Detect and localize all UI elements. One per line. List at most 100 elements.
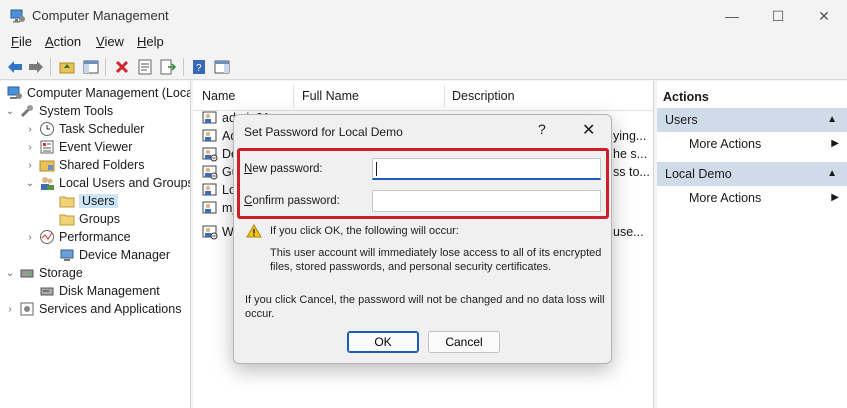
menu-action-accel: A (45, 34, 54, 49)
tree-item-groups[interactable]: Groups (44, 210, 120, 228)
actions-section-users[interactable]: Users ▲ (657, 108, 847, 132)
tree-label: Local Users and Groups (59, 176, 191, 190)
submenu-arrow-icon: ▶ (831, 192, 839, 203)
tree-label: Event Viewer (59, 140, 133, 154)
list-header: Name Full Name Description (193, 81, 653, 111)
more-actions-users[interactable]: More Actions ▶ (689, 134, 839, 154)
tree-item-disk-management[interactable]: Disk Management (24, 282, 160, 300)
actions-pane: Actions Users ▲ More Actions ▶ Local Dem… (657, 81, 847, 408)
title-bar: Computer Management — ☐ ✕ (0, 0, 847, 32)
column-divider (293, 85, 294, 107)
maximize-button[interactable]: ☐ (755, 0, 801, 32)
help-button[interactable]: ? (190, 58, 208, 76)
menu-help[interactable]: Help (137, 32, 164, 49)
chevron-down-icon[interactable]: ⌄ (4, 268, 16, 279)
new-password-label: New password: (244, 163, 323, 175)
properties-button[interactable] (136, 58, 154, 76)
tree-item-root[interactable]: Computer Management (Local (4, 84, 190, 102)
export-list-button[interactable] (159, 58, 177, 76)
menu-action-label: ction (53, 34, 82, 49)
chevron-right-icon[interactable]: › (4, 304, 16, 315)
minimize-icon: — (725, 8, 739, 24)
chevron-right-icon[interactable]: › (24, 232, 36, 243)
event-viewer-icon (39, 139, 55, 155)
tree-item-shared-folders[interactable]: › Shared Folders (24, 156, 144, 174)
tree-label: Disk Management (59, 284, 160, 298)
back-arrow-icon (8, 61, 22, 73)
forward-button[interactable] (27, 58, 45, 76)
users-group-icon (39, 175, 55, 191)
menu-view-label: iew (104, 34, 124, 49)
user-disabled-icon (202, 224, 218, 240)
storage-icon (19, 265, 35, 281)
minimize-button[interactable]: — (709, 0, 755, 32)
help-book-icon: ? (193, 60, 205, 74)
system-tools-icon (19, 103, 35, 119)
device-manager-icon (59, 247, 75, 263)
tree-label: System Tools (39, 104, 114, 118)
confirm-password-input[interactable] (372, 190, 601, 212)
tree-item-storage[interactable]: ⌄ Storage (4, 264, 83, 282)
actions-title: Actions (663, 90, 709, 104)
show-hide-tree-button[interactable] (82, 58, 100, 76)
toolbar-separator (105, 58, 106, 76)
new-password-input[interactable] (372, 158, 601, 180)
back-button[interactable] (6, 58, 24, 76)
tree-label: Task Scheduler (59, 122, 145, 136)
user-icon (202, 182, 218, 198)
collapse-triangle-icon: ▲ (827, 114, 837, 125)
computer-management-icon (7, 85, 23, 101)
more-actions-local-demo[interactable]: More Actions ▶ (689, 188, 839, 208)
menu-action[interactable]: Action (45, 32, 81, 49)
more-actions-label: More Actions (689, 191, 762, 205)
chevron-down-icon[interactable]: ⌄ (4, 106, 16, 117)
help-icon[interactable]: ? (538, 121, 546, 137)
user-icon (202, 110, 218, 126)
column-header-description[interactable]: Description (452, 89, 515, 103)
list-item-description: use... (613, 225, 644, 239)
tree-label: Storage (39, 266, 83, 280)
toolbar: ? (0, 54, 847, 80)
tree-label: Users (79, 194, 118, 208)
ok-button[interactable]: OK (347, 331, 419, 353)
warning-icon (246, 224, 262, 238)
close-icon: ✕ (818, 7, 830, 24)
tree-item-device-manager[interactable]: Device Manager (44, 246, 170, 264)
chevron-right-icon[interactable]: › (24, 142, 36, 153)
action-pane-icon (214, 60, 230, 74)
chevron-right-icon[interactable]: › (24, 160, 36, 171)
chevron-right-icon[interactable]: › (24, 124, 36, 135)
svg-text:?: ? (196, 63, 202, 74)
tree-label: Performance (59, 230, 131, 244)
console-tree: Computer Management (Local ⌄ System Tool… (0, 81, 191, 408)
tree-item-task-scheduler[interactable]: › Task Scheduler (24, 120, 144, 138)
tree-item-event-viewer[interactable]: › Event Viewer (24, 138, 132, 156)
up-folder-button[interactable] (58, 58, 76, 76)
clock-icon (39, 121, 55, 137)
submenu-arrow-icon: ▶ (831, 138, 839, 149)
cancel-button[interactable]: Cancel (428, 331, 500, 353)
export-list-icon (160, 59, 176, 75)
tree-item-local-users-groups[interactable]: ⌄ Local Users and Groups (24, 174, 191, 192)
list-item[interactable]: Ad (199, 127, 237, 145)
menu-view[interactable]: View (96, 32, 124, 49)
tree-item-users[interactable]: Users (44, 192, 118, 210)
tree-item-performance[interactable]: › Performance (24, 228, 131, 246)
actions-section-local-demo[interactable]: Local Demo ▲ (657, 162, 847, 186)
computer-management-window: Computer Management — ☐ ✕ File Action Vi… (0, 0, 847, 408)
toolbar-separator (50, 58, 51, 76)
tree-item-services-apps[interactable]: › Services and Applications (4, 300, 181, 318)
column-header-full-name[interactable]: Full Name (302, 89, 359, 103)
cancel-info-line-2: occur. (245, 308, 275, 320)
chevron-down-icon[interactable]: ⌄ (24, 178, 36, 189)
performance-icon (39, 229, 55, 245)
delete-button[interactable] (113, 58, 131, 76)
up-folder-icon (59, 62, 75, 74)
close-button[interactable]: ✕ (801, 0, 847, 32)
menu-file[interactable]: File (11, 32, 32, 49)
column-header-name[interactable]: Name (202, 89, 235, 103)
dialog-close-button[interactable]: ✕ (582, 120, 595, 140)
tree-item-system-tools[interactable]: ⌄ System Tools (4, 102, 113, 120)
tree-label: Groups (79, 212, 120, 226)
show-hide-action-pane-button[interactable] (213, 58, 231, 76)
